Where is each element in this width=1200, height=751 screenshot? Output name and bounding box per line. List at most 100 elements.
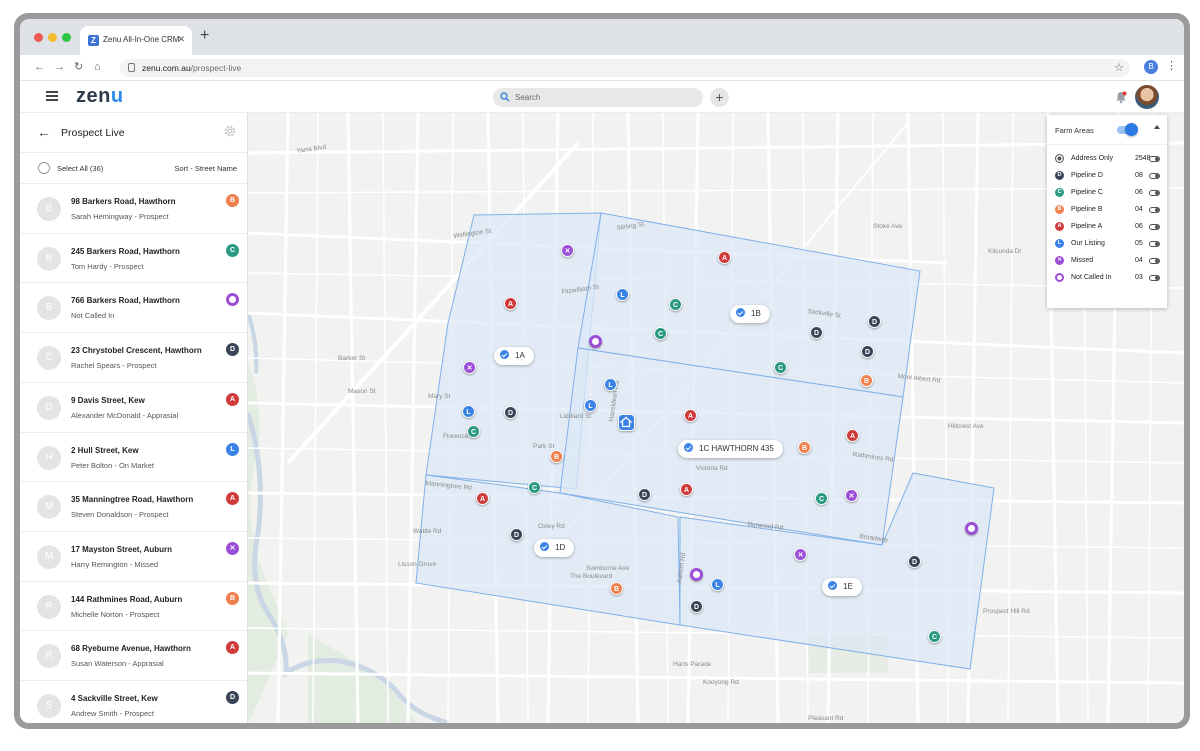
missed-marker[interactable]: ✕	[845, 489, 858, 502]
not-called-in-marker[interactable]	[589, 335, 602, 348]
gear-icon[interactable]	[223, 124, 237, 138]
legend-item-toggle[interactable]	[1149, 224, 1160, 230]
sort-dropdown[interactable]: Sort - Street Name	[174, 164, 237, 173]
list-item[interactable]: B 245 Barkers Road, Hawthorn Tom Hardy - P…	[20, 232, 247, 283]
not-called-in-marker[interactable]	[965, 522, 978, 535]
pipeline-d-marker[interactable]: D	[510, 528, 523, 541]
pipeline-c-marker[interactable]: C	[669, 298, 682, 311]
browser-profile-avatar[interactable]: B	[1144, 60, 1158, 74]
list-item[interactable]: B 98 Barkers Road, Hawthorn Sarah Hemingwa…	[20, 183, 247, 233]
pipeline-d-marker[interactable]: D	[908, 555, 921, 568]
legend-item[interactable]: A Pipeline A 06	[1047, 219, 1167, 236]
farm-area-label[interactable]: 1E	[822, 578, 862, 596]
collapse-caret-icon[interactable]	[1154, 125, 1160, 129]
back-arrow-icon[interactable]: ←	[37, 124, 51, 140]
legend-item-name: Our Listing	[1071, 240, 1105, 247]
list-item[interactable]: H 2 Hull Street, Kew Peter Bolton - On Mar…	[20, 431, 247, 482]
list-item[interactable]: R 144 Rathmines Road, Auburn Michelle Nort…	[20, 580, 247, 631]
pipeline-b-marker[interactable]: B	[798, 441, 811, 454]
bookmark-star-icon[interactable]: ☆	[1114, 61, 1124, 74]
pipeline-a-marker[interactable]: A	[684, 409, 697, 422]
pipeline-d-marker[interactable]: D	[690, 600, 703, 613]
farm-area-label[interactable]: 1D	[534, 539, 575, 557]
pipeline-a-marker[interactable]: A	[680, 483, 693, 496]
status-badge: D	[226, 691, 239, 704]
legend-item-toggle[interactable]	[1149, 241, 1160, 247]
farm-areas-toggle[interactable]	[1117, 123, 1138, 136]
legend-item[interactable]: D Pipeline D 08	[1047, 168, 1167, 185]
farm-area-label[interactable]: 1B	[730, 305, 770, 323]
notification-bell-icon[interactable]	[1115, 91, 1127, 104]
pipeline-d-marker[interactable]: D	[868, 315, 881, 328]
back-icon[interactable]: ←	[34, 60, 45, 74]
pipeline-b-marker[interactable]: B	[860, 374, 873, 387]
pipeline-a-marker[interactable]: A	[846, 429, 859, 442]
missed-marker[interactable]: ✕	[463, 361, 476, 374]
legend-item[interactable]: Not Called In 03	[1047, 270, 1167, 287]
pipeline-c-marker[interactable]: C	[654, 327, 667, 340]
list-item[interactable]: M 17 Mayston Street, Auburn Harry Remingto…	[20, 530, 247, 581]
home-icon[interactable]: ⌂	[94, 60, 101, 74]
legend-item[interactable]: B Pipeline B 04	[1047, 202, 1167, 219]
list-item[interactable]: M 35 Manningtree Road, Hawthorn Steven Don…	[20, 481, 247, 531]
legend-item-toggle[interactable]	[1149, 207, 1160, 213]
pipeline-d-marker[interactable]: D	[638, 488, 651, 501]
pipeline-d-marker[interactable]: D	[504, 406, 517, 419]
maximize-window-icon[interactable]	[62, 33, 71, 42]
search-input[interactable]: Search	[493, 88, 703, 107]
zenu-logo[interactable]: zenu	[76, 85, 124, 108]
legend-item[interactable]: L Our Listing 05	[1047, 236, 1167, 253]
browser-tab[interactable]: Z Zenu All-In-One CRM ✕	[80, 26, 192, 55]
missed-marker[interactable]: ✕	[561, 244, 574, 257]
map-view[interactable]: Yarra Blvd Wellington St Stirling St Fitzwi…	[248, 113, 1184, 723]
pipeline-b-marker[interactable]: B	[550, 450, 563, 463]
pipeline-d-marker[interactable]: D	[861, 345, 874, 358]
legend-item[interactable]: ✕ Missed 04	[1047, 253, 1167, 270]
pipeline-c-marker[interactable]: C	[928, 630, 941, 643]
user-avatar[interactable]	[1135, 85, 1159, 109]
street-label: Liddiard St	[560, 413, 592, 420]
browser-menu-icon[interactable]: ⋮	[1166, 59, 1177, 72]
our-listing-marker[interactable]: L	[711, 578, 724, 591]
legend-item-toggle[interactable]	[1149, 156, 1160, 162]
farm-area-label[interactable]: 1C HAWTHORN 435	[678, 440, 783, 458]
url-field[interactable]: zenu.com.au/prospect-live ☆	[120, 59, 1130, 77]
list-item[interactable]: B 766 Barkers Road, Hawthorn Not Called In	[20, 282, 247, 332]
pipeline-c-marker[interactable]: C	[774, 361, 787, 374]
pipeline-b-marker[interactable]: B	[610, 582, 623, 595]
add-button[interactable]: +	[710, 88, 729, 107]
list-item[interactable]: D 9 Davis Street, Kew Alexander McDonald -…	[20, 381, 247, 432]
legend-item[interactable]: C Pipeline C 06	[1047, 185, 1167, 202]
legend-item-toggle[interactable]	[1149, 190, 1160, 196]
legend-item[interactable]: Address Only 2548	[1047, 151, 1167, 168]
pipeline-c-marker[interactable]: C	[528, 481, 541, 494]
home-pin-icon[interactable]	[618, 414, 635, 431]
pipeline-d-marker[interactable]: D	[810, 326, 823, 339]
pipeline-a-marker[interactable]: A	[504, 297, 517, 310]
legend-item-toggle[interactable]	[1149, 173, 1160, 179]
minimize-window-icon[interactable]	[48, 33, 57, 42]
pipeline-c-marker[interactable]: C	[467, 425, 480, 438]
our-listing-marker[interactable]: L	[462, 405, 475, 418]
list-item[interactable]: C 23 Chrystobel Crescent, Hawthorn Rachel …	[20, 332, 247, 382]
our-listing-marker[interactable]: L	[616, 288, 629, 301]
pipeline-c-marker[interactable]: C	[815, 492, 828, 505]
close-window-icon[interactable]	[34, 33, 43, 42]
farm-area-label[interactable]: 1A	[494, 347, 534, 365]
hamburger-menu-icon[interactable]	[46, 91, 58, 101]
not-called-in-marker[interactable]	[690, 568, 703, 581]
list-item[interactable]: S 4 Sackville Street, Kew Andrew Smith - P…	[20, 680, 247, 723]
legend-item-toggle[interactable]	[1149, 258, 1160, 264]
missed-marker[interactable]: ✕	[794, 548, 807, 561]
legend-item-toggle[interactable]	[1149, 275, 1160, 281]
pipeline-a-marker[interactable]: A	[718, 251, 731, 264]
new-tab-icon[interactable]: +	[200, 28, 209, 44]
select-all-checkbox[interactable]	[38, 162, 50, 174]
pipeline-a-marker[interactable]: A	[476, 492, 489, 505]
forward-icon[interactable]: →	[54, 60, 65, 74]
reload-icon[interactable]: ↻	[74, 60, 83, 74]
our-listing-marker[interactable]: L	[584, 399, 597, 412]
our-listing-marker[interactable]: L	[604, 378, 617, 391]
close-tab-icon[interactable]: ✕	[177, 34, 185, 45]
list-item[interactable]: R 68 Ryeburne Avenue, Hawthorn Susan Water…	[20, 630, 247, 680]
